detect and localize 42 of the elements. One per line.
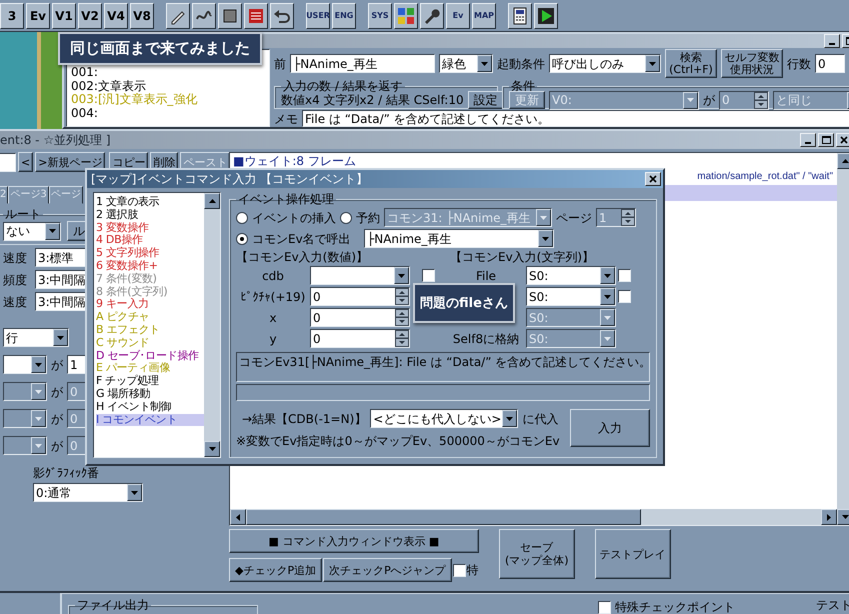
annotation-tooltip: 問題のfileさん — [413, 283, 515, 323]
field-label: Self8に格納 — [452, 332, 520, 346]
operator-label: が — [51, 438, 63, 452]
field-label: y — [268, 332, 278, 346]
field-label: 速度 — [3, 294, 28, 308]
input-summary: 数値x4 文字列x2 / 結果 CSelf:10 — [281, 93, 464, 107]
field-label: 速度 — [3, 250, 28, 264]
radio-label: イベントの挿入 — [252, 210, 336, 224]
group-title: ファイル出力 — [76, 598, 150, 612]
field-label: ﾋﾟｸﾁｬ(+19) — [240, 290, 306, 304]
group-title: ルート — [4, 207, 42, 221]
field-label: 起動条件 — [497, 56, 545, 70]
operator-label: が — [51, 412, 63, 426]
section-heading: 【コモンEv入力(数値)】 — [236, 250, 370, 264]
message-box: コモンEv31[├NAnime_再生]: File は “Data/” を含めて記述してください。 — [236, 352, 650, 382]
group-title: 条件 — [510, 79, 536, 93]
field-label: に代入 — [522, 412, 558, 426]
window-title: ent:8 - ☆並列処理 ] — [0, 133, 112, 147]
field-label: ページ — [556, 210, 592, 224]
field-label: 前 — [274, 56, 286, 70]
group-title: イベント操作処理 — [237, 192, 335, 206]
section-heading: 【コモンEv入力(文字列)】 — [450, 250, 594, 264]
operator-label: が — [703, 93, 715, 107]
group-title: 入力の数 / 結果を返す — [282, 79, 404, 93]
field-label: File — [474, 268, 498, 282]
operator-label: が — [51, 358, 63, 372]
field-label: x — [268, 310, 278, 324]
checkbox-label: 特 — [466, 563, 479, 577]
field-label: 行数 — [787, 56, 811, 70]
window-title: [マップ]イベントコマンド入力 【コモンイベント】 — [91, 172, 370, 186]
radio-label: コモンEv名で呼出 — [252, 232, 352, 246]
field-label: 影ｸﾞﾗﾌｨｯｸ番 — [33, 466, 99, 480]
field-label: →結果【CDB(-1=N)】 — [242, 412, 366, 426]
checkbox-label: 特殊チェックポイント — [615, 600, 735, 614]
field-label: 頻度 — [3, 272, 28, 286]
field-label: メモ — [274, 112, 298, 126]
annotation-tooltip: 同じ画面まで来てみました — [58, 32, 262, 65]
operator-label: が — [51, 384, 63, 398]
note-text: ※変数でEv指定時は0～がマップEv、500000～がコモンEv — [236, 434, 561, 448]
field-label: cdb — [261, 268, 285, 282]
radio-label: 予約 — [356, 210, 380, 224]
test-play-label: テスト — [816, 598, 849, 612]
